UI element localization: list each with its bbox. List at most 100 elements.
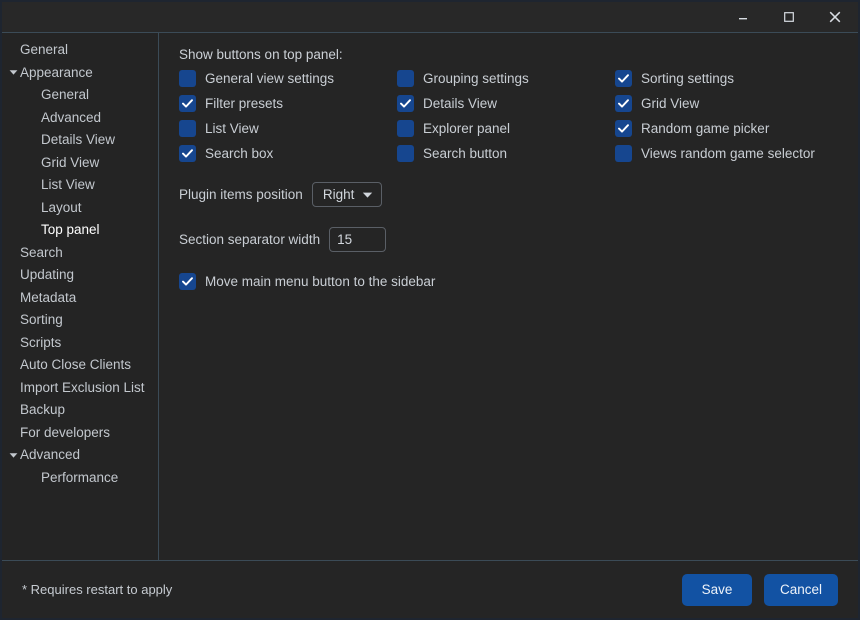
- section-title: Show buttons on top panel:: [179, 47, 343, 62]
- move-main-menu-row[interactable]: Move main menu button to the sidebar: [179, 273, 842, 290]
- settings-nav-sidebar: General Appearance General Advanced Details …: [2, 33, 159, 560]
- checkbox-search-button[interactable]: [397, 145, 414, 162]
- checkbox-row[interactable]: Search button: [397, 145, 615, 162]
- checkbox-explorer-panel[interactable]: [397, 120, 414, 137]
- sidebar-item-import-exclusion-list[interactable]: Import Exclusion List: [2, 377, 158, 400]
- move-main-menu-label: Move main menu button to the sidebar: [205, 274, 436, 289]
- checkbox-list-view[interactable]: [179, 120, 196, 137]
- sidebar-item-scripts[interactable]: Scripts: [2, 332, 158, 355]
- sidebar-item-top-panel[interactable]: Top panel: [2, 219, 158, 242]
- checkbox-row[interactable]: Grid View: [615, 95, 842, 112]
- sidebar-item-label: Appearance: [20, 64, 93, 80]
- sidebar-item-backup[interactable]: Backup: [2, 399, 158, 422]
- plugin-position-select[interactable]: Right: [311, 182, 383, 207]
- close-icon: [828, 10, 842, 24]
- checkbox-row[interactable]: Details View: [397, 95, 615, 112]
- checkbox-grid-view[interactable]: [615, 95, 632, 112]
- plugin-position-value: Right: [322, 187, 355, 202]
- dialog-footer: * Requires restart to apply Save Cancel: [2, 560, 858, 618]
- sidebar-item-list-view[interactable]: List View: [2, 174, 158, 197]
- checkbox-random-game-picker[interactable]: [615, 120, 632, 137]
- sidebar-item-metadata[interactable]: Metadata: [2, 287, 158, 310]
- checkbox-row[interactable]: Random game picker: [615, 120, 842, 137]
- sidebar-item-advanced[interactable]: Advanced: [2, 107, 158, 130]
- sidebar-item-label: For developers: [20, 424, 111, 440]
- checkbox-filter-presets[interactable]: [179, 95, 196, 112]
- sidebar-item-label: Metadata: [20, 289, 77, 305]
- sidebar-item-label: Advanced: [41, 109, 102, 125]
- minimize-button[interactable]: [720, 2, 766, 32]
- checkbox-grouping-settings[interactable]: [397, 70, 414, 87]
- restart-note: * Requires restart to apply: [22, 582, 173, 597]
- checkbox-row[interactable]: List View: [179, 120, 397, 137]
- sidebar-item-label: General: [20, 42, 69, 57]
- sidebar-item-label: Search: [20, 244, 63, 260]
- chevron-down-icon[interactable]: [9, 62, 18, 85]
- sidebar-item-grid-view[interactable]: Grid View: [2, 152, 158, 175]
- checkbox-label: Details View: [423, 96, 498, 111]
- check-icon: [400, 99, 411, 108]
- sidebar-item-advanced[interactable]: Advanced: [2, 444, 158, 467]
- checkbox-label: General view settings: [205, 71, 335, 86]
- sidebar-item-label: Details View: [41, 132, 116, 147]
- settings-main-panel: Show buttons on top panel: General view …: [159, 33, 858, 560]
- sidebar-item-label: Advanced: [20, 447, 81, 462]
- sidebar-item-layout[interactable]: Layout: [2, 197, 158, 220]
- sidebar-item-appearance[interactable]: Appearance: [2, 62, 158, 85]
- check-icon: [618, 74, 629, 83]
- sidebar-item-label: Grid View: [41, 154, 100, 170]
- check-icon: [618, 124, 629, 133]
- sidebar-item-general[interactable]: General: [2, 84, 158, 107]
- sidebar-item-label: Updating: [20, 267, 75, 282]
- checkbox-label: Grouping settings: [423, 71, 529, 86]
- save-button[interactable]: Save: [681, 573, 752, 606]
- sidebar-item-search[interactable]: Search: [2, 242, 158, 265]
- sidebar-item-general[interactable]: General: [2, 39, 158, 62]
- checkbox-row[interactable]: Search box: [179, 145, 397, 162]
- separator-width-row: Section separator width 15: [179, 227, 842, 252]
- sidebar-item-label: General: [41, 87, 90, 102]
- minimize-icon: [737, 11, 749, 23]
- close-button[interactable]: [812, 2, 858, 32]
- sidebar-item-auto-close-clients[interactable]: Auto Close Clients: [2, 354, 158, 377]
- title-bar: [2, 2, 858, 33]
- sidebar-item-label: Sorting: [20, 312, 63, 327]
- checkbox-row[interactable]: Views random game selector: [615, 145, 842, 162]
- separator-width-input[interactable]: 15: [329, 227, 387, 252]
- sidebar-item-label: Layout: [41, 199, 82, 215]
- checkbox-row[interactable]: Sorting settings: [615, 70, 842, 87]
- checkbox-row[interactable]: Grouping settings: [397, 70, 615, 87]
- checkbox-row[interactable]: Explorer panel: [397, 120, 615, 137]
- checkbox-label: Random game picker: [641, 121, 770, 136]
- separator-width-label: Section separator width: [179, 232, 321, 247]
- checkbox-row[interactable]: Filter presets: [179, 95, 397, 112]
- sidebar-item-performance[interactable]: Performance: [2, 467, 158, 490]
- check-icon: [182, 149, 193, 158]
- checkbox-sorting-settings[interactable]: [615, 70, 632, 87]
- plugin-position-row: Plugin items position Right: [179, 182, 842, 207]
- checkbox-label: Grid View: [641, 96, 700, 111]
- checkbox-row[interactable]: General view settings: [179, 70, 397, 87]
- move-main-menu-checkbox[interactable]: [179, 273, 196, 290]
- chevron-down-icon[interactable]: [9, 444, 18, 467]
- sidebar-item-label: Auto Close Clients: [20, 357, 132, 372]
- sidebar-item-for-developers[interactable]: For developers: [2, 422, 158, 445]
- sidebar-item-label: Import Exclusion List: [20, 379, 145, 395]
- checkbox-views-random-game-selector[interactable]: [615, 145, 632, 162]
- sidebar-item-label: Backup: [20, 402, 66, 417]
- sidebar-item-updating[interactable]: Updating: [2, 264, 158, 287]
- title-bar-drag-area[interactable]: [2, 2, 720, 32]
- sidebar-item-label: Scripts: [20, 334, 62, 350]
- checkbox-general-view-settings[interactable]: [179, 70, 196, 87]
- top-panel-buttons-grid: General view settings Grouping settings So…: [179, 70, 842, 162]
- maximize-button[interactable]: [766, 2, 812, 32]
- checkbox-label: Sorting settings: [641, 71, 735, 86]
- sidebar-item-label: List View: [41, 177, 95, 192]
- sidebar-item-sorting[interactable]: Sorting: [2, 309, 158, 332]
- checkbox-search-box[interactable]: [179, 145, 196, 162]
- checkbox-label: Search box: [205, 146, 274, 161]
- checkbox-label: Explorer panel: [423, 121, 511, 136]
- cancel-button[interactable]: Cancel: [763, 573, 838, 606]
- checkbox-details-view[interactable]: [397, 95, 414, 112]
- sidebar-item-details-view[interactable]: Details View: [2, 129, 158, 152]
